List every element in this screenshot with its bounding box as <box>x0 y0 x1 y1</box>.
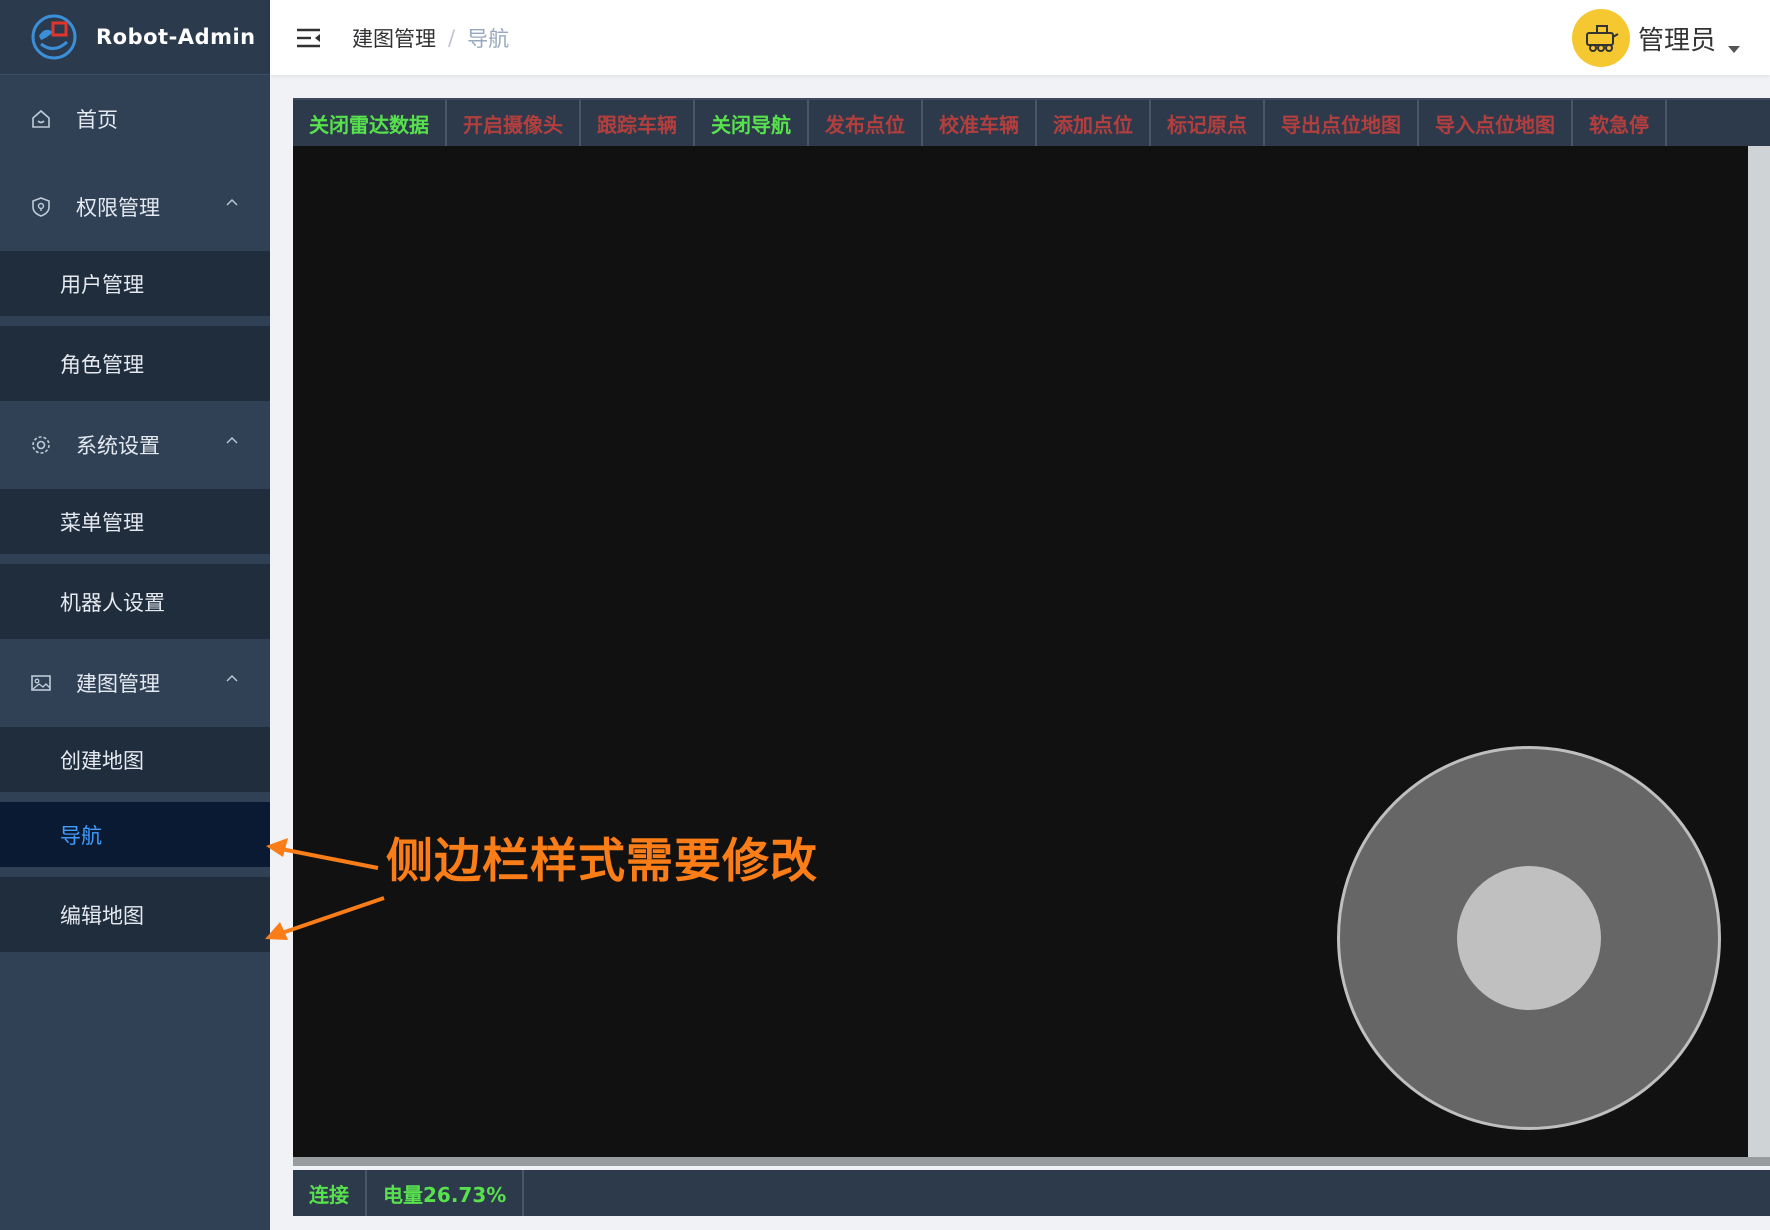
user-dropdown[interactable]: 管理员 <box>1571 9 1740 67</box>
sidebar-item-label: 首页 <box>76 108 118 132</box>
sidebar-item-label: 系统设置 <box>76 434 160 458</box>
sidebar-item-menu-management[interactable]: 菜单管理 <box>0 489 270 564</box>
chevron-up-icon <box>226 437 238 444</box>
sidebar-item-edit-map[interactable]: 编辑地图 <box>0 877 270 952</box>
shield-icon <box>32 197 50 217</box>
menu-fold-icon[interactable] <box>296 27 322 49</box>
sidebar-item-permissions[interactable]: 权限管理 <box>0 163 270 251</box>
robot-vehicle-icon <box>1585 25 1619 52</box>
sidebar-item-label: 菜单管理 <box>60 510 144 535</box>
export-point-map-button[interactable]: 导出点位地图 <box>1265 100 1419 146</box>
sidebar-item-label: 导航 <box>60 823 102 848</box>
joystick-knob[interactable] <box>1457 866 1601 1010</box>
breadcrumb-item[interactable]: 建图管理 <box>352 23 436 53</box>
soft-emergency-stop-button[interactable]: 软急停 <box>1573 100 1667 146</box>
status-bar: 连接 电量26.73% <box>293 1166 1770 1216</box>
joystick-base[interactable] <box>1337 746 1721 1130</box>
app-title: Robot-Admin <box>96 25 256 49</box>
chevron-up-icon <box>226 675 238 682</box>
map-canvas[interactable] <box>293 146 1770 1166</box>
publish-point-button[interactable]: 发布点位 <box>809 100 923 146</box>
sidebar-item-label: 角色管理 <box>60 352 144 377</box>
toggle-navigation-button[interactable]: 关闭导航 <box>695 100 809 146</box>
sidebar-item-label: 创建地图 <box>60 748 144 773</box>
horizontal-scrollbar[interactable] <box>293 1157 1770 1166</box>
top-header: 建图管理 / 导航 管理员 <box>270 0 1770 75</box>
navigation-panel: 关闭雷达数据 开启摄像头 跟踪车辆 关闭导航 发布点位 校准车辆 添加点位 标记… <box>293 98 1770 1230</box>
breadcrumb: 建图管理 / 导航 <box>352 23 509 53</box>
logo-bar[interactable]: Robot-Admin <box>0 0 270 75</box>
sidebar-item-user-management[interactable]: 用户管理 <box>0 251 270 326</box>
sidebar-item-home[interactable]: 首页 <box>0 75 270 163</box>
toggle-camera-button[interactable]: 开启摄像头 <box>447 100 581 146</box>
toggle-lidar-button[interactable]: 关闭雷达数据 <box>293 100 447 146</box>
sidebar-item-create-map[interactable]: 创建地图 <box>0 727 270 802</box>
caret-down-icon[interactable] <box>1728 45 1740 53</box>
sidebar-item-role-management[interactable]: 角色管理 <box>0 326 270 401</box>
image-icon <box>31 675 51 691</box>
connection-status: 连接 <box>293 1170 367 1216</box>
breadcrumb-separator: / <box>448 25 456 50</box>
sidebar-item-map-management[interactable]: 建图管理 <box>0 639 270 727</box>
import-point-map-button[interactable]: 导入点位地图 <box>1419 100 1573 146</box>
sidebar-item-label: 建图管理 <box>76 672 160 696</box>
chevron-up-icon <box>226 199 238 206</box>
annotation-text: 侧边栏样式需要修改 <box>386 834 818 889</box>
add-point-button[interactable]: 添加点位 <box>1037 100 1151 146</box>
vertical-scrollbar[interactable] <box>1748 146 1770 1166</box>
breadcrumb-current: 导航 <box>467 26 510 51</box>
sidebar-item-label: 用户管理 <box>60 272 144 297</box>
sidebar-item-navigation[interactable]: 导航 <box>0 802 270 877</box>
track-vehicle-button[interactable]: 跟踪车辆 <box>581 100 695 146</box>
robot-logo-icon <box>30 13 78 61</box>
avatar[interactable] <box>1571 9 1630 67</box>
control-toolbar: 关闭雷达数据 开启摄像头 跟踪车辆 关闭导航 发布点位 校准车辆 添加点位 标记… <box>293 98 1770 146</box>
sidebar-item-label: 机器人设置 <box>60 590 165 615</box>
calibrate-vehicle-button[interactable]: 校准车辆 <box>923 100 1037 146</box>
sidebar: Robot-Admin 首页 权限管理 用户管理 角色管理 系统设置 菜单管理 … <box>0 0 270 1230</box>
battery-status: 电量26.73% <box>367 1170 525 1216</box>
home-icon <box>32 109 50 128</box>
sidebar-item-system-settings[interactable]: 系统设置 <box>0 401 270 489</box>
sidebar-item-robot-settings[interactable]: 机器人设置 <box>0 564 270 639</box>
username[interactable]: 管理员 <box>1638 20 1716 57</box>
sidebar-item-label: 权限管理 <box>76 196 160 220</box>
gear-icon <box>32 436 50 454</box>
sidebar-item-label: 编辑地图 <box>60 903 144 928</box>
mark-origin-button[interactable]: 标记原点 <box>1151 100 1265 146</box>
